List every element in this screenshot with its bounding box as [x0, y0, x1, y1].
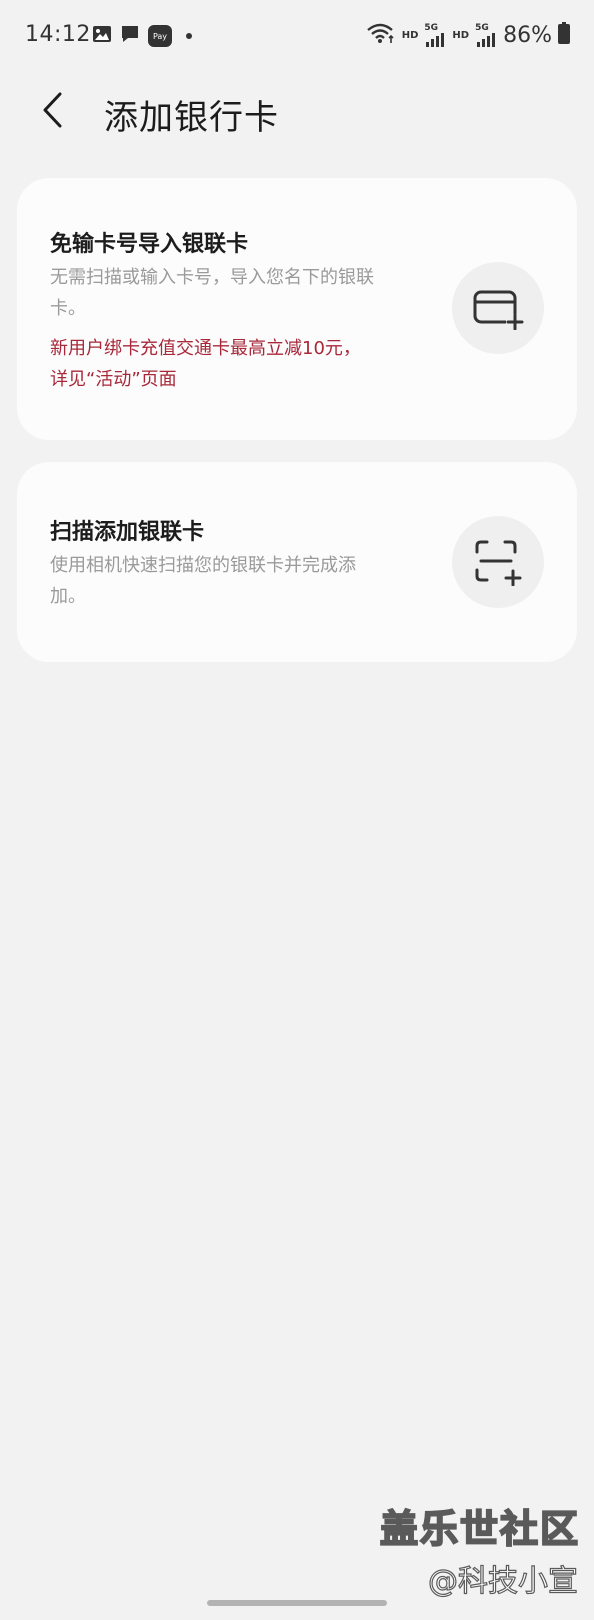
option-title: 扫描添加银联卡	[50, 520, 205, 545]
scan-icon-button	[452, 516, 544, 608]
wifi-icon	[366, 22, 396, 48]
status-time: 14:12	[25, 22, 91, 47]
battery-percent: 86%	[503, 22, 552, 48]
home-indicator[interactable]	[207, 1600, 387, 1606]
card-plus-icon	[473, 290, 524, 330]
watermark-community: 盖乐世社区	[379, 1506, 580, 1552]
card-icon-button	[452, 262, 544, 354]
pay-icon: Pay	[148, 25, 172, 47]
option-title: 免输卡号导入银联卡	[50, 232, 249, 257]
header: 添加银行卡	[0, 72, 594, 152]
more-notifications-dot-icon	[186, 33, 192, 39]
scan-unionpay-card-option[interactable]: 扫描添加银联卡 使用相机快速扫描您的银联卡并完成添加。	[17, 462, 577, 662]
message-icon	[120, 24, 140, 48]
hd-label: HD	[401, 29, 419, 41]
hd-label: HD	[452, 29, 470, 41]
option-description: 使用相机快速扫描您的银联卡并完成添加。	[50, 555, 356, 607]
signal-icon: 5G	[424, 23, 446, 47]
gallery-icon	[92, 25, 112, 47]
status-bar: 14:12 Pay HD 5G HD 5G 86%	[0, 0, 594, 72]
battery-icon	[558, 22, 570, 48]
import-unionpay-card-option[interactable]: 免输卡号导入银联卡 无需扫描或输入卡号，导入您名下的银联卡。 新用户绑卡充值交通…	[17, 178, 577, 440]
watermark-author: @科技小宣	[427, 1563, 578, 1599]
signal-icon: 5G	[475, 23, 497, 47]
option-description: 无需扫描或输入卡号，导入您名下的银联卡。	[50, 267, 374, 319]
promo-text: 新用户绑卡充值交通卡最高立减10元， 详见“活动”页面	[50, 338, 361, 390]
back-arrow-icon	[43, 92, 62, 128]
back-button[interactable]	[30, 82, 74, 138]
notification-icons: Pay	[92, 24, 192, 48]
system-status-icons: HD 5G HD 5G 86%	[366, 22, 570, 48]
scan-plus-icon	[475, 540, 522, 586]
page-title: 添加银行卡	[104, 98, 279, 138]
